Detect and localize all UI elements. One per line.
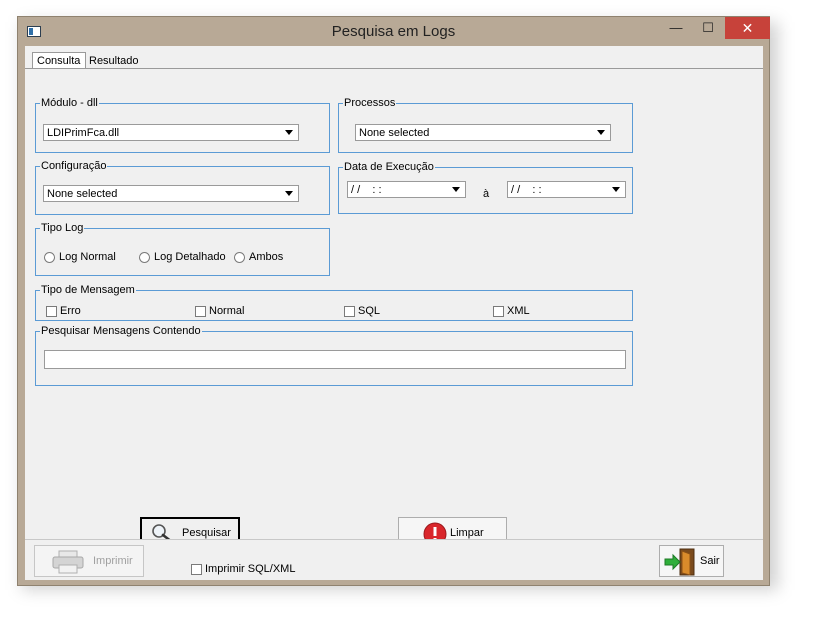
tipo-log-legend: Tipo Log: [40, 221, 85, 235]
checkbox-normal[interactable]: [195, 306, 206, 317]
pesquisar-mensagens-group: Pesquisar Mensagens Contendo: [35, 324, 633, 386]
configuracao-value: None selected: [47, 188, 118, 200]
minimize-button[interactable]: —: [661, 17, 691, 39]
sql-label[interactable]: SQL: [358, 305, 380, 318]
tab-consulta[interactable]: Consulta: [32, 52, 86, 69]
checkbox-erro[interactable]: [46, 306, 57, 317]
radio-log-normal[interactable]: [44, 252, 55, 263]
tipo-mensagem-legend: Tipo de Mensagem: [40, 283, 136, 297]
data-fim-value: / / : :: [511, 184, 542, 196]
xml-label[interactable]: XML: [507, 305, 530, 318]
data-fim-picker[interactable]: / / : :: [507, 181, 626, 198]
maximize-button[interactable]: ☐: [693, 17, 723, 39]
radio-log-detalhado[interactable]: [139, 252, 150, 263]
exit-door-icon: [664, 548, 695, 576]
modulo-value: LDIPrimFca.dll: [47, 127, 120, 139]
configuracao-dropdown[interactable]: None selected: [43, 185, 299, 202]
processos-group: Processos None selected: [338, 96, 633, 153]
pesquisar-mensagens-legend: Pesquisar Mensagens Contendo: [40, 324, 202, 338]
checkbox-imprimir-sql-xml[interactable]: [191, 564, 202, 575]
ambos-label[interactable]: Ambos: [249, 251, 283, 264]
processos-legend: Processos: [343, 96, 397, 110]
consulta-panel: Módulo - dll LDIPrimFca.dll Processos No…: [25, 68, 763, 549]
mensagem-search-input[interactable]: [44, 350, 626, 369]
main-window: Pesquisa em Logs — ☐ ✕ Consulta Resultad…: [17, 16, 770, 586]
processos-value: None selected: [359, 127, 430, 139]
data-execucao-legend: Data de Execução: [343, 160, 435, 174]
modulo-dropdown[interactable]: LDIPrimFca.dll: [43, 124, 299, 141]
radio-ambos[interactable]: [234, 252, 245, 263]
imprimir-label: Imprimir: [93, 555, 133, 567]
chevron-down-icon: [285, 191, 293, 196]
sair-button[interactable]: Sair: [659, 545, 724, 577]
chevron-down-icon: [285, 130, 293, 135]
chevron-down-icon: [612, 187, 620, 192]
tab-resultado[interactable]: Resultado: [85, 53, 143, 69]
checkbox-sql[interactable]: [344, 306, 355, 317]
bottom-toolbar: Imprimir Imprimir SQL/XML Sair: [25, 539, 763, 580]
tipo-mensagem-group: Tipo de Mensagem Erro Normal SQL XML: [35, 283, 633, 321]
normal-label[interactable]: Normal: [209, 305, 244, 318]
data-inicio-value: / / : :: [351, 184, 382, 196]
imprimir-button[interactable]: Imprimir: [34, 545, 144, 577]
erro-label[interactable]: Erro: [60, 305, 81, 318]
modulo-legend: Módulo - dll: [40, 96, 99, 110]
data-execucao-group: Data de Execução / / : : à / / : :: [338, 160, 633, 214]
chevron-down-icon: [597, 130, 605, 135]
log-normal-label[interactable]: Log Normal: [59, 251, 116, 264]
window-title: Pesquisa em Logs: [331, 23, 456, 40]
tipo-log-group: Tipo Log Log Normal Log Detalhado Ambos: [35, 221, 330, 276]
checkbox-xml[interactable]: [493, 306, 504, 317]
sair-label: Sair: [700, 555, 720, 567]
data-separator: à: [483, 188, 490, 200]
chevron-down-icon: [452, 187, 460, 192]
log-detalhado-label[interactable]: Log Detalhado: [154, 251, 226, 264]
processos-dropdown[interactable]: None selected: [355, 124, 611, 141]
imprimir-sql-xml-label[interactable]: Imprimir SQL/XML: [205, 563, 295, 576]
printer-icon: [52, 550, 84, 574]
close-button[interactable]: ✕: [725, 17, 770, 39]
data-inicio-picker[interactable]: / / : :: [347, 181, 466, 198]
window-client-area: Consulta Resultado Módulo - dll LDIPrimF…: [25, 46, 763, 580]
configuracao-group: Configuração None selected: [35, 159, 330, 215]
configuracao-legend: Configuração: [40, 159, 108, 173]
tab-strip: Consulta Resultado: [25, 46, 763, 69]
modulo-group: Módulo - dll LDIPrimFca.dll: [35, 96, 330, 153]
title-bar[interactable]: Pesquisa em Logs — ☐ ✕: [18, 17, 770, 47]
